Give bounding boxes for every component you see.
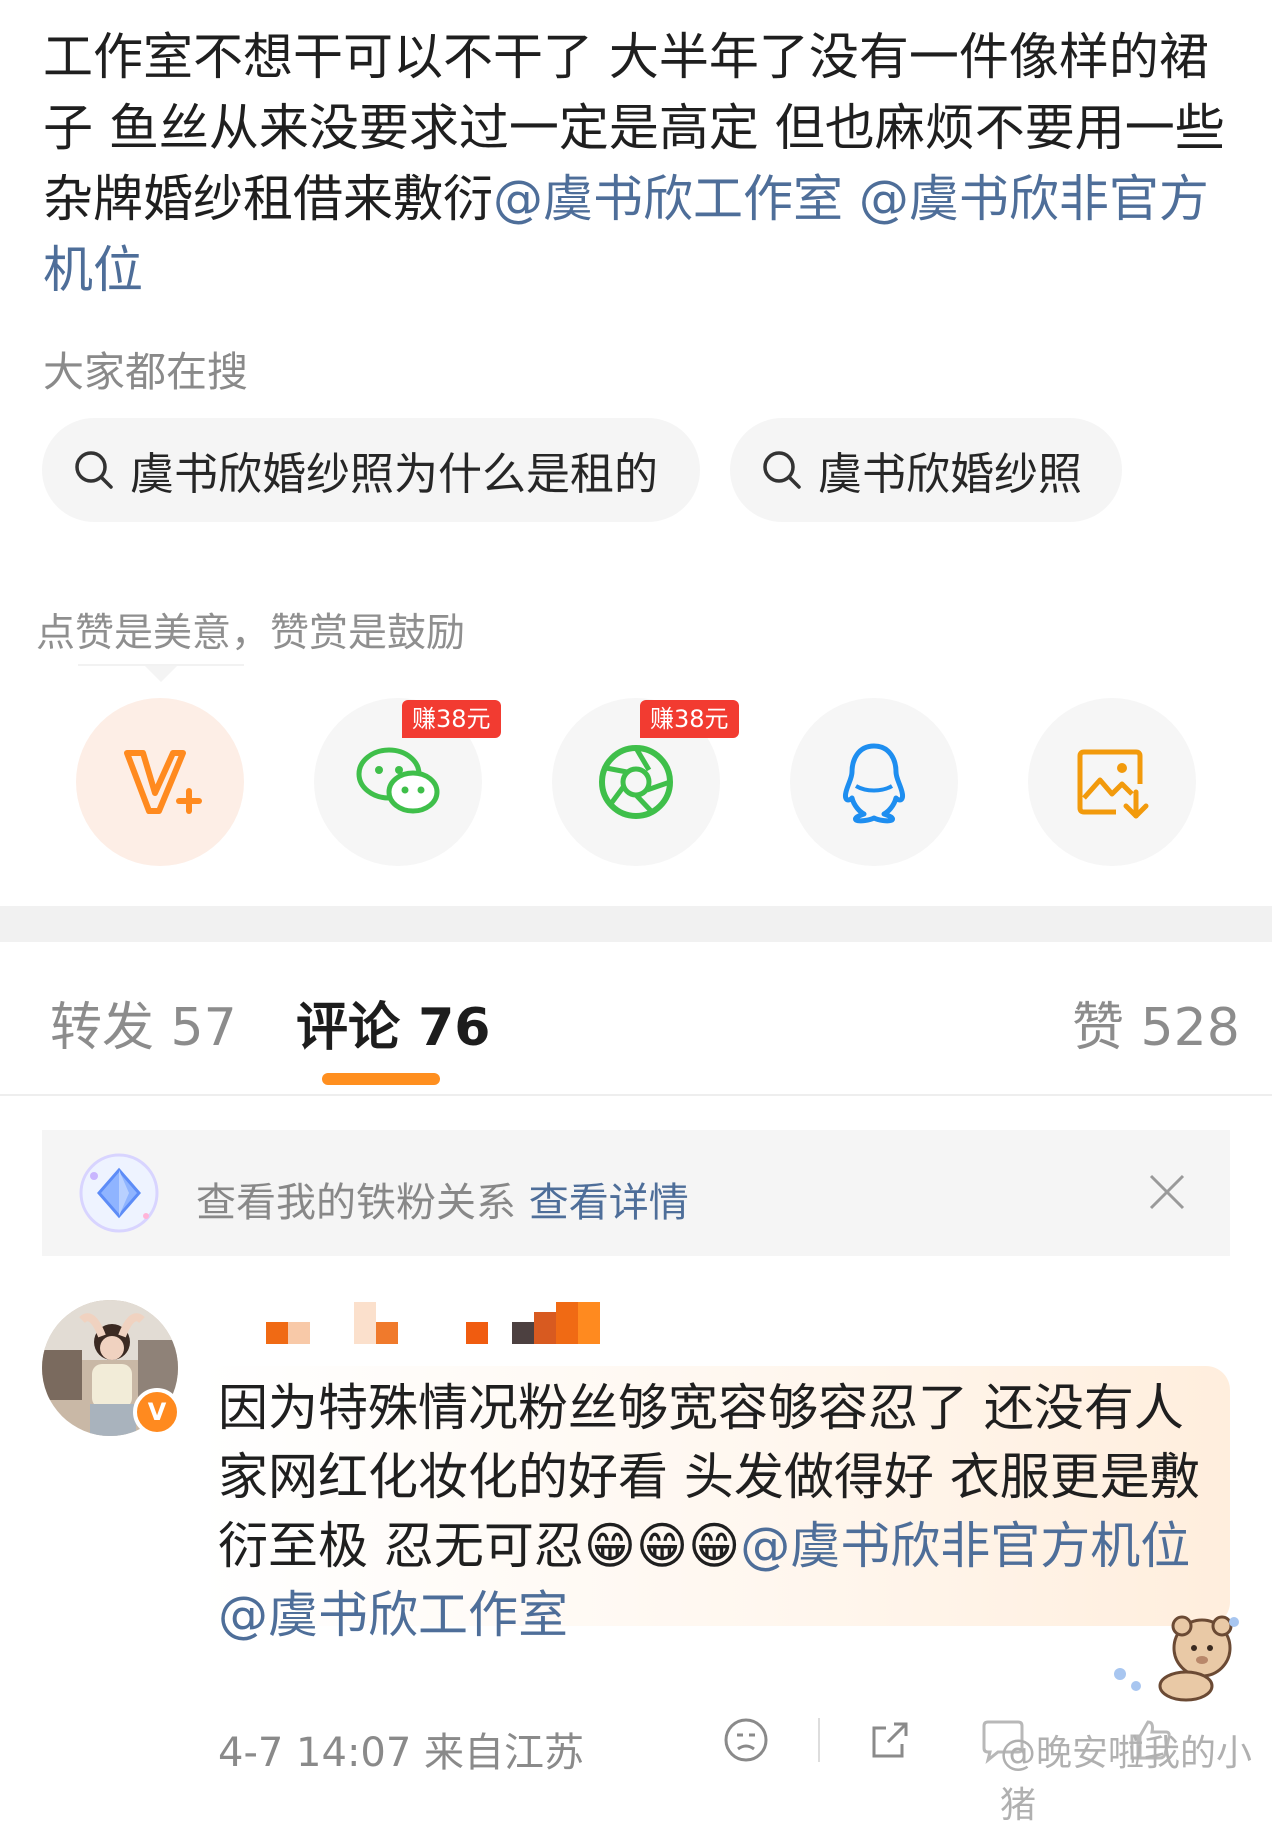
hot-search-chip-2[interactable]: 虞书欣婚纱照 [730, 418, 1122, 522]
moments-icon [599, 745, 673, 819]
reward-button[interactable] [76, 698, 244, 866]
qq-icon [843, 743, 905, 824]
tab-comments[interactable]: 评论 76 [296, 985, 490, 1060]
mention-link-studio[interactable]: @虞书欣工作室 [493, 170, 843, 228]
save-image-icon [1077, 749, 1149, 819]
earn-badge-moments: 赚38元 [640, 700, 739, 738]
verified-badge: V [133, 1388, 181, 1436]
hot-search-chip-1[interactable]: 虞书欣婚纱照为什么是租的 [42, 418, 700, 522]
mention-link-unofficial[interactable]: @虞书欣非官方机位 [740, 1517, 1190, 1575]
view-details-link[interactable]: 查看详情 [529, 1180, 689, 1226]
reward-caption: 点赞是美意，赞赏是鼓励 [36, 611, 466, 656]
comment-meta: 4-7 14:07 来自江苏 [218, 1730, 585, 1776]
pixel-block [578, 1302, 600, 1344]
pixel-block [376, 1322, 398, 1344]
pixel-block [534, 1312, 556, 1344]
close-icon[interactable] [1147, 1172, 1187, 1212]
tab-likes[interactable]: 赞 528 [1072, 985, 1240, 1060]
hot-search-label: 大家都在搜 [43, 348, 248, 396]
hot-search-chip-1-label: 虞书欣婚纱照为什么是租的 [130, 449, 658, 500]
fan-relation-text: 查看我的铁粉关系 查看详情 [196, 1170, 689, 1228]
share-qq-button[interactable] [790, 698, 958, 866]
post-text: 工作室不想干可以不干了 大半年了没有一件像样的裙子 鱼丝从来没要求过一定是高定 … [43, 22, 1233, 306]
wechat-icon [356, 747, 440, 814]
pixel-block [556, 1302, 578, 1344]
pixel-block [354, 1302, 376, 1344]
fan-relation-label: 查看我的铁粉关系 [196, 1180, 516, 1226]
active-tab-indicator [322, 1073, 440, 1085]
section-separator [0, 906, 1272, 942]
caret-pointer [145, 666, 177, 682]
search-icon [763, 451, 801, 489]
divider [818, 1718, 820, 1762]
save-image-button[interactable] [1028, 698, 1196, 866]
share-icon[interactable] [866, 1716, 914, 1764]
hot-search-chip-2-label: 虞书欣婚纱照 [818, 449, 1082, 500]
pixel-block [288, 1322, 310, 1344]
search-icon [75, 451, 113, 489]
bear-sticker-icon [1114, 1615, 1239, 1702]
pixel-block [266, 1322, 288, 1344]
divider [0, 1094, 1272, 1096]
emoji-reaction-icon[interactable] [722, 1716, 770, 1764]
mention-link-studio[interactable]: @虞书欣工作室 [218, 1586, 568, 1644]
pixel-block [466, 1322, 488, 1344]
tab-repost[interactable]: 转发 57 [50, 985, 237, 1060]
diamond-icon [79, 1153, 159, 1233]
v-plus-icon [124, 750, 202, 814]
blurred-username[interactable] [230, 1296, 630, 1344]
pixel-block [512, 1322, 534, 1344]
watermark-text: @晚安啦我的小猪 [1000, 1733, 1253, 1826]
comment-text: 因为特殊情况粉丝够宽容够容忍了 还没有人家网红化妆化的好看 头发做得好 衣服更是… [218, 1374, 1218, 1650]
earn-badge-wechat: 赚38元 [402, 700, 501, 738]
